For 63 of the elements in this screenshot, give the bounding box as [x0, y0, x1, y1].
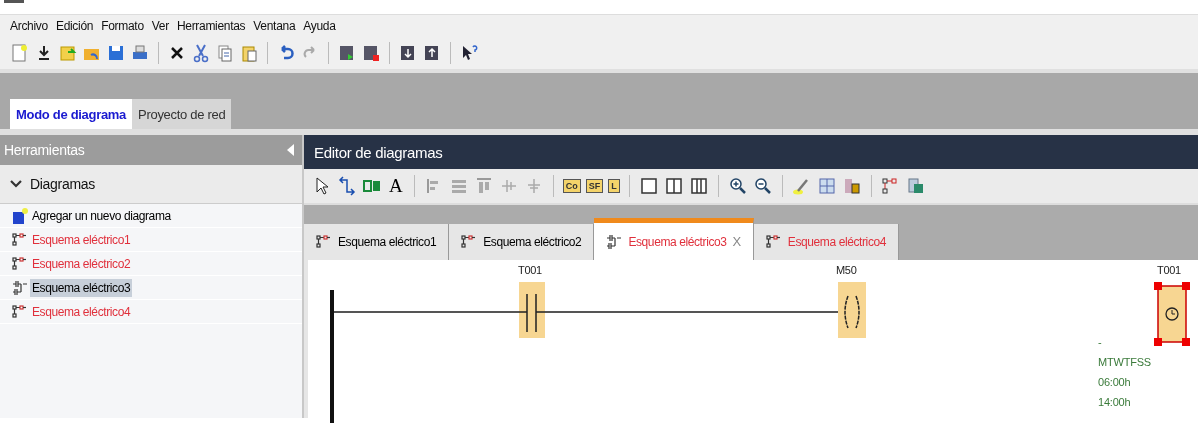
tree-item[interactable]: Esquema eléctrico2 [30, 254, 133, 273]
new-diagram-icon [12, 207, 28, 224]
tab-label: Esquema eléctrico3 [628, 234, 727, 249]
collapse-icon[interactable] [287, 144, 294, 156]
cut-icon[interactable] [191, 43, 211, 63]
diagram-icon [316, 234, 332, 250]
editor-title: Editor de diagramas [314, 143, 443, 161]
diagram-tab[interactable]: Esquema eléctrico2 [449, 224, 595, 260]
diagram-icon [12, 303, 28, 320]
copy-icon[interactable] [215, 43, 235, 63]
monitor-stop-icon[interactable] [361, 43, 381, 63]
paste-icon[interactable] [239, 43, 259, 63]
element-label: T001 [518, 264, 542, 276]
ladder-icon [606, 233, 623, 250]
three-pane-icon[interactable] [688, 176, 709, 196]
zoom-out-icon[interactable] [752, 176, 773, 196]
diagram-icon [461, 234, 478, 250]
mode-tab[interactable]: Modo de diagrama [10, 99, 133, 129]
tab-label: Esquema eléctrico4 [787, 235, 887, 249]
tab-label: Esquema eléctrico2 [483, 235, 582, 249]
coil-symbol[interactable] [838, 282, 866, 338]
timer-parameter: - [1098, 336, 1102, 348]
diagram-tab[interactable]: Esquema eléctrico3 X [594, 218, 754, 260]
diagram-tab[interactable]: Esquema eléctrico1 [304, 224, 450, 260]
timer-block[interactable] [1154, 282, 1190, 346]
table-icon[interactable] [816, 176, 837, 196]
single-pane-icon[interactable] [638, 176, 659, 196]
menu-item[interactable]: Formato [100, 19, 145, 33]
text-tool-button[interactable]: A [387, 175, 405, 197]
diagram-icon [765, 234, 782, 250]
tree-item[interactable]: Esquema eléctrico3 [30, 278, 133, 297]
timer-parameter: 06:00h [1098, 376, 1131, 388]
panel-title: Herramientas [4, 142, 85, 158]
menu-item[interactable]: Archivo [9, 19, 49, 33]
menu-item[interactable]: Edición [54, 19, 95, 33]
block-button[interactable]: Co [562, 179, 581, 193]
menu-item[interactable]: Ayuda [302, 19, 337, 33]
two-pane-icon[interactable] [663, 176, 684, 196]
connector-icon[interactable] [337, 176, 357, 196]
element-label: M50 [836, 264, 857, 276]
timer-parameter: MTWTFSS [1098, 356, 1151, 368]
diagram-icon [12, 231, 28, 248]
mode-tab[interactable]: Proyecto de red [132, 99, 232, 129]
save-icon[interactable] [106, 43, 126, 63]
diagram-tab[interactable]: Esquema eléctrico4 [753, 224, 900, 260]
section-title[interactable]: Diagramas [30, 176, 95, 192]
menu-item[interactable]: Herramientas [175, 19, 247, 33]
element-label: T001 [1157, 264, 1181, 276]
close-button[interactable]: X [732, 234, 741, 249]
tree-item[interactable]: Esquema eléctrico4 [30, 302, 133, 321]
tab-label: Esquema eléctrico1 [338, 235, 437, 249]
block-button[interactable]: L [608, 179, 620, 193]
chevron-icon[interactable] [10, 180, 22, 188]
zoom-in-icon[interactable] [727, 176, 748, 196]
ladder-icon [12, 279, 28, 296]
tree-item[interactable]: Agregar un nuevo diagrama [30, 206, 173, 225]
menu-item[interactable]: Ver [150, 19, 170, 33]
tree-item[interactable]: Esquema eléctrico1 [30, 230, 133, 249]
menu-item[interactable]: Ventana [252, 19, 297, 33]
contact-symbol[interactable] [519, 282, 545, 338]
diagram-icon [12, 255, 28, 272]
timer-parameter: 14:00h [1098, 396, 1131, 408]
block-button[interactable]: SF [585, 179, 604, 193]
